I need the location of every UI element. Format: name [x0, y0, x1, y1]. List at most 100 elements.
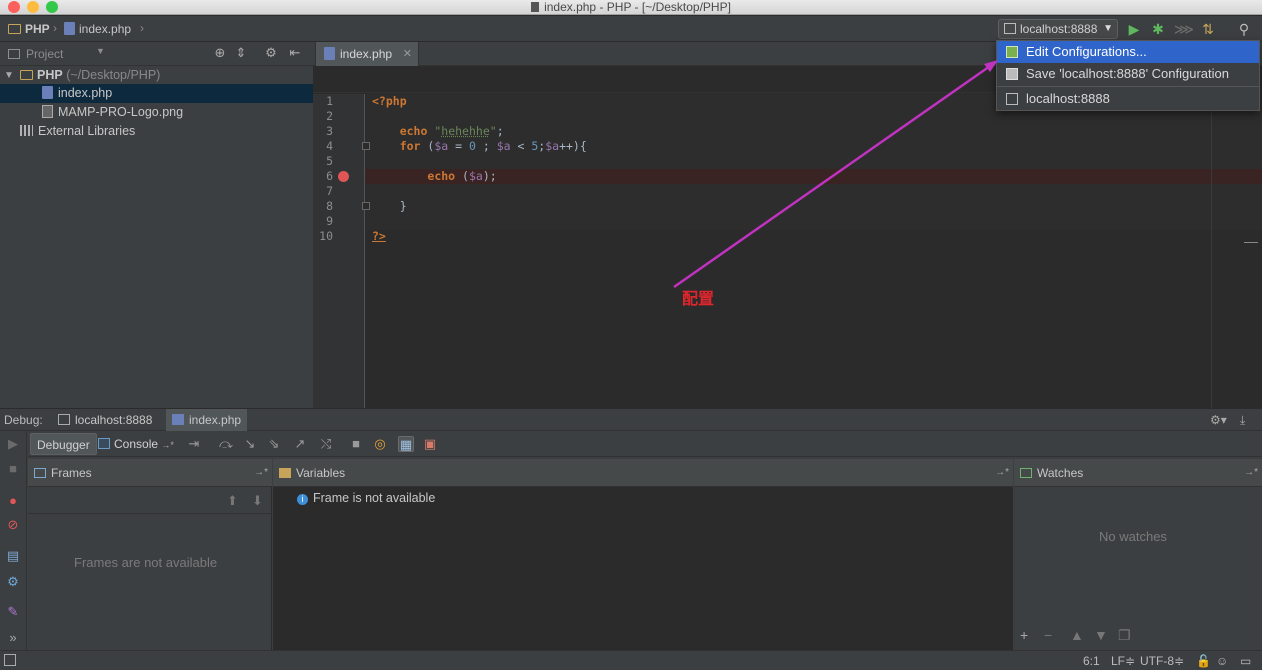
code-line-3: echo "hehehhe"; — [399, 124, 504, 138]
project-view-selector[interactable]: Project — [8, 47, 63, 61]
force-step-into-icon[interactable]: ⇘ — [266, 436, 282, 452]
code-editor[interactable]: 1 2 3 4 5 6 7 8 9 10 <?php echo "hehehhe… — [313, 94, 1262, 408]
code-line-8: } — [372, 199, 407, 213]
stop-icon[interactable]: ■ — [5, 461, 21, 477]
caret-position[interactable]: 6:1 — [1083, 654, 1100, 668]
step-out-icon[interactable]: ↗ — [292, 436, 308, 452]
line-number: 10 — [319, 229, 333, 243]
variables-header: Variables →* — [273, 459, 1013, 487]
step-into-icon[interactable]: ↘ — [242, 436, 258, 452]
folder-icon — [8, 24, 21, 34]
layout-icon[interactable]: ▤ — [5, 548, 21, 564]
close-tab-icon[interactable]: ✕ — [403, 42, 412, 66]
hide-panel-icon[interactable]: ⤓ — [1240, 413, 1245, 428]
frames-title: Frames — [51, 466, 92, 480]
run-configuration-selector[interactable]: localhost:8888 ▼ — [998, 19, 1118, 39]
config-icon — [1004, 23, 1016, 34]
tab-debugger[interactable]: Debugger — [30, 433, 97, 455]
right-margin-guide — [1211, 94, 1212, 408]
breadcrumb-separator: › — [53, 21, 57, 35]
clear-icon[interactable]: ▣ — [422, 436, 438, 452]
expand-triangle-icon[interactable]: ▼ — [4, 66, 14, 85]
event-log-icon[interactable]: ▭ — [1240, 654, 1251, 668]
sync-target-icon[interactable]: ⊕ — [213, 46, 227, 60]
editor-gutter[interactable]: 1 2 3 4 5 6 7 8 9 10 — [313, 94, 370, 408]
menu-item-edit-configurations[interactable]: Edit Configurations... — [997, 41, 1259, 63]
pin-icon[interactable]: →* — [254, 459, 268, 487]
debugger-toolbar: Debugger Console →* ⇥ ⤼ ↘ ⇘ ↗ ⤭ ■ ◎ ▦ ▣ — [28, 431, 1262, 457]
debug-tab-index-php[interactable]: index.php — [166, 409, 248, 431]
php-file-icon — [172, 414, 184, 425]
library-icon — [20, 125, 33, 136]
listen-debug-icon[interactable]: ⋙ — [1174, 21, 1194, 37]
evaluate-expression-icon[interactable]: ◎ — [372, 436, 388, 452]
tree-item-php-root[interactable]: ▼ PHP (~/Desktop/PHP) — [0, 66, 313, 85]
hide-panel-icon[interactable]: ⇤ — [288, 46, 302, 60]
chevron-down-icon[interactable]: ▼ — [96, 46, 105, 56]
tree-item-external-libraries[interactable]: External Libraries — [0, 122, 313, 141]
fold-marker-icon[interactable] — [362, 142, 370, 150]
frames-layout-icon[interactable]: ▦ — [398, 436, 414, 452]
inspector-icon[interactable]: ☺ — [1216, 654, 1228, 668]
search-icon[interactable]: ⚲ — [1236, 21, 1252, 37]
project-icon — [8, 49, 20, 59]
move-down-icon[interactable]: ▼ — [1094, 627, 1108, 643]
tree-item-label: PHP — [37, 68, 63, 82]
stop-square-icon[interactable]: ■ — [348, 436, 364, 452]
show-execution-point-icon[interactable]: ⇥ — [186, 436, 202, 452]
tab-console-label: Console — [114, 437, 159, 451]
tree-item-index-php[interactable]: index.php — [0, 84, 313, 103]
step-over-icon[interactable]: ⤼ — [218, 436, 234, 452]
resume-icon[interactable]: ▶ — [5, 436, 21, 452]
annotation-label: 配置 — [682, 291, 715, 308]
pin-icon[interactable]: ✎ — [5, 604, 21, 620]
run-configuration-menu: Edit Configurations... Save 'localhost:8… — [996, 40, 1260, 111]
tree-item-label: MAMP-PRO-Logo.png — [58, 105, 184, 119]
debug-bug-icon[interactable]: ✱ — [1150, 21, 1166, 37]
tree-item-logo-png[interactable]: MAMP-PRO-Logo.png — [0, 103, 313, 122]
debug-tab-label: localhost:8888 — [75, 413, 153, 427]
debug-tab-localhost[interactable]: localhost:8888 — [52, 409, 158, 431]
settings-icon[interactable]: ⚙ — [5, 574, 21, 590]
tool-windows-toggle-icon[interactable] — [4, 654, 16, 666]
collapse-all-icon[interactable]: ⇕ — [234, 46, 248, 60]
breakpoint-icon[interactable] — [338, 171, 349, 182]
run-icon[interactable]: ▶ — [1126, 21, 1142, 37]
copy-icon[interactable]: ❐ — [1118, 627, 1131, 644]
view-breakpoints-icon[interactable]: ● — [5, 493, 21, 509]
line-number: 8 — [326, 199, 333, 213]
gear-icon[interactable]: ⚙▾ — [1210, 413, 1227, 427]
gear-icon[interactable]: ⚙ — [264, 46, 278, 60]
tab-console[interactable]: Console →* — [92, 433, 180, 455]
variables-message-text: Frame is not available — [313, 491, 436, 505]
frames-pane: Frames →* ⬆ ⬇ Frames are not available — [28, 459, 272, 650]
menu-item-localhost[interactable]: localhost:8888 — [997, 88, 1259, 110]
more-icon[interactable]: » — [5, 630, 21, 646]
mute-breakpoints-icon[interactable]: ⊘ — [5, 517, 21, 533]
code-region-highlight — [366, 94, 1262, 230]
remove-watch-icon[interactable]: − — [1044, 627, 1052, 643]
lock-icon[interactable]: 🔓 — [1196, 654, 1211, 668]
pin-icon[interactable]: →* — [1244, 459, 1258, 487]
arrow-up-icon[interactable]: ⬆ — [227, 493, 238, 509]
move-up-icon[interactable]: ▲ — [1070, 627, 1084, 643]
breadcrumb-project[interactable]: PHP — [8, 21, 50, 37]
line-separator-selector[interactable]: LF≑ — [1111, 654, 1135, 668]
frames-empty-message: Frames are not available — [74, 555, 218, 570]
line-number: 2 — [326, 109, 333, 123]
variables-pane: Variables →* i Frame is not available — [273, 459, 1013, 650]
folder-icon — [20, 70, 33, 80]
pin-icon[interactable]: →* — [995, 459, 1009, 487]
vcs-sync-icon[interactable]: ⇅ — [1200, 21, 1216, 37]
editor-tab-index-php[interactable]: index.php ✕ — [315, 42, 419, 66]
breadcrumb-file[interactable]: index.php — [64, 21, 131, 37]
title-bar: index.php - PHP - [~/Desktop/PHP] — [0, 0, 1262, 15]
fold-marker-icon[interactable] — [362, 202, 370, 210]
add-watch-icon[interactable]: + — [1020, 627, 1028, 643]
arrow-down-icon[interactable]: ⬇ — [252, 493, 263, 509]
run-to-cursor-icon[interactable]: ⤭ — [318, 436, 334, 452]
watches-title: Watches — [1037, 466, 1084, 480]
menu-item-save-configuration[interactable]: Save 'localhost:8888' Configuration — [997, 63, 1259, 85]
encoding-selector[interactable]: UTF-8≑ — [1140, 654, 1184, 668]
document-icon — [531, 2, 540, 12]
